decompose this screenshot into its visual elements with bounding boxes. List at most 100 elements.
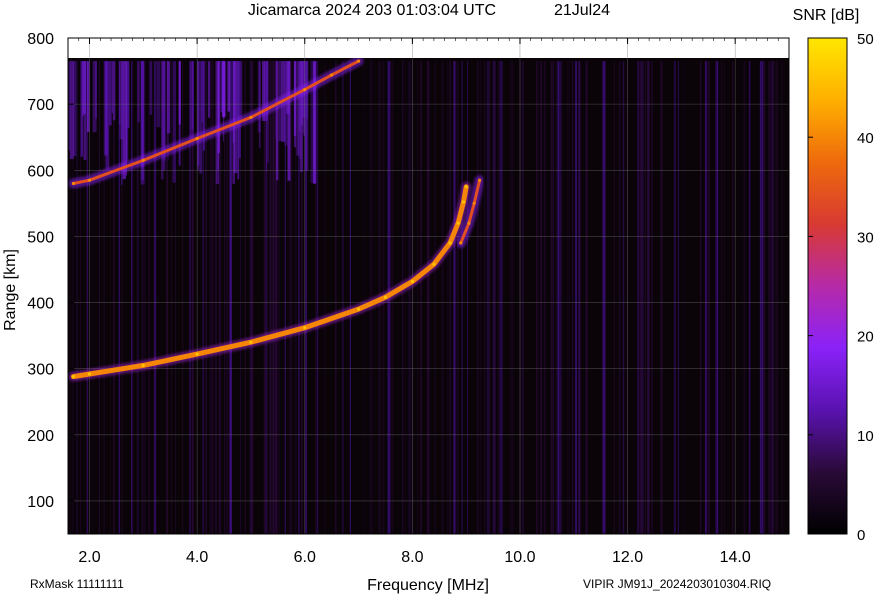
- noise-streak: [558, 61, 560, 534]
- noise-streak: [601, 61, 604, 534]
- noise-streak: [467, 61, 469, 534]
- echo-point: [330, 73, 334, 77]
- noise-streak: [341, 61, 344, 534]
- noise-streak: [441, 61, 444, 534]
- noise-streak: [560, 61, 563, 534]
- spread-f-streak: [122, 61, 126, 180]
- noise-streak: [335, 61, 337, 534]
- noise-streak: [557, 61, 559, 534]
- echo-point: [195, 136, 199, 141]
- noise-streak: [575, 61, 577, 534]
- ionogram-chart: Jicamarca 2024 203 01:03:04 UTC 21Jul24 …: [2, 2, 874, 594]
- spread-f-streak: [296, 61, 300, 156]
- x-tick-label: 4.0: [186, 549, 208, 566]
- colorbar-tick-label: 0: [857, 527, 865, 544]
- spread-f-streak: [87, 61, 90, 133]
- noise-streak: [250, 61, 253, 534]
- x-tick-label: 14.0: [720, 549, 751, 566]
- spread-f-streak: [92, 61, 97, 133]
- colorbar-tick-label: 30: [857, 229, 874, 246]
- noise-streak: [761, 61, 764, 534]
- noise-streak: [748, 61, 751, 534]
- noise-streak: [651, 61, 654, 534]
- noise-streak: [137, 61, 139, 534]
- spread-f-streak: [156, 61, 161, 128]
- echo-point: [432, 262, 436, 266]
- noise-streak: [484, 61, 486, 534]
- spread-f-streak: [119, 61, 124, 140]
- noise-streak: [131, 61, 134, 534]
- spread-f-streak: [201, 61, 204, 123]
- noise-streak: [618, 61, 620, 534]
- noise-streak: [154, 61, 157, 534]
- y-tick-label: 700: [27, 97, 54, 114]
- noise-streak: [678, 61, 679, 534]
- noise-streak: [446, 61, 448, 534]
- noise-streak: [759, 61, 762, 534]
- noise-streak: [511, 61, 514, 534]
- noise-streak: [420, 61, 423, 534]
- noise-streak: [772, 61, 774, 534]
- noise-streak: [477, 61, 479, 534]
- echo-point: [383, 295, 388, 299]
- y-axis-ticks: 100 200 300 400 500 600 700 800: [27, 31, 74, 511]
- noise-streak: [272, 61, 275, 534]
- echo-point: [357, 307, 361, 311]
- noise-streak: [76, 61, 78, 534]
- colorbar-tick-label: 20: [857, 329, 874, 346]
- echo-point: [249, 340, 253, 344]
- spread-f-streak: [197, 61, 200, 166]
- colorbar: SNR [dB] 0 10 20 30 40 50: [793, 7, 874, 544]
- plot-area: [67, 37, 790, 535]
- noise-streak: [585, 61, 588, 534]
- noise-streak: [182, 61, 184, 534]
- echo-point: [472, 201, 476, 205]
- x-tick-label: 8.0: [401, 549, 423, 566]
- noise-streak: [604, 61, 607, 534]
- spread-f-streak: [111, 61, 113, 114]
- noise-streak: [537, 61, 539, 534]
- noise-streak: [705, 61, 707, 534]
- colorbar-label: SNR [dB]: [793, 7, 860, 24]
- noise-streak: [493, 61, 496, 534]
- noise-streak: [401, 61, 404, 534]
- noise-streak: [721, 61, 723, 534]
- spread-f-streak: [189, 61, 194, 142]
- echo-point: [71, 181, 75, 186]
- noise-streak: [428, 61, 431, 534]
- noise-streak: [571, 61, 574, 534]
- noise-streak: [648, 61, 650, 534]
- noise-streak: [486, 61, 489, 534]
- noise-streak: [743, 61, 746, 534]
- echo-point: [357, 59, 361, 63]
- spread-f-streak: [68, 61, 70, 151]
- noise-streak: [148, 61, 151, 534]
- noise-streak: [683, 61, 685, 534]
- spread-f-streak: [287, 61, 291, 181]
- noise-streak: [86, 61, 89, 534]
- noise-streak: [362, 61, 364, 534]
- spread-f-streak: [69, 61, 74, 159]
- spread-f-streak: [137, 61, 140, 123]
- echo-point: [71, 375, 75, 379]
- noise-streak: [644, 61, 646, 534]
- x-tick-label: 12.0: [612, 549, 643, 566]
- noise-streak: [408, 61, 411, 534]
- spread-f-streak: [265, 61, 268, 171]
- noise-streak: [98, 61, 100, 534]
- noise-streak: [619, 61, 621, 534]
- noise-streak: [638, 61, 641, 534]
- noise-streak: [637, 61, 639, 534]
- noise-streak: [324, 61, 326, 534]
- noise-streak: [499, 61, 501, 534]
- noise-streak: [622, 61, 624, 534]
- spread-f-streak: [125, 61, 127, 176]
- noise-streak: [419, 61, 421, 534]
- noise-streak: [453, 61, 455, 534]
- noise-streak: [700, 61, 702, 534]
- echo-point: [461, 200, 466, 204]
- noise-streak: [461, 61, 463, 534]
- noise-streak: [110, 61, 111, 534]
- noise-streak: [768, 61, 770, 534]
- spread-f-streak: [103, 61, 108, 157]
